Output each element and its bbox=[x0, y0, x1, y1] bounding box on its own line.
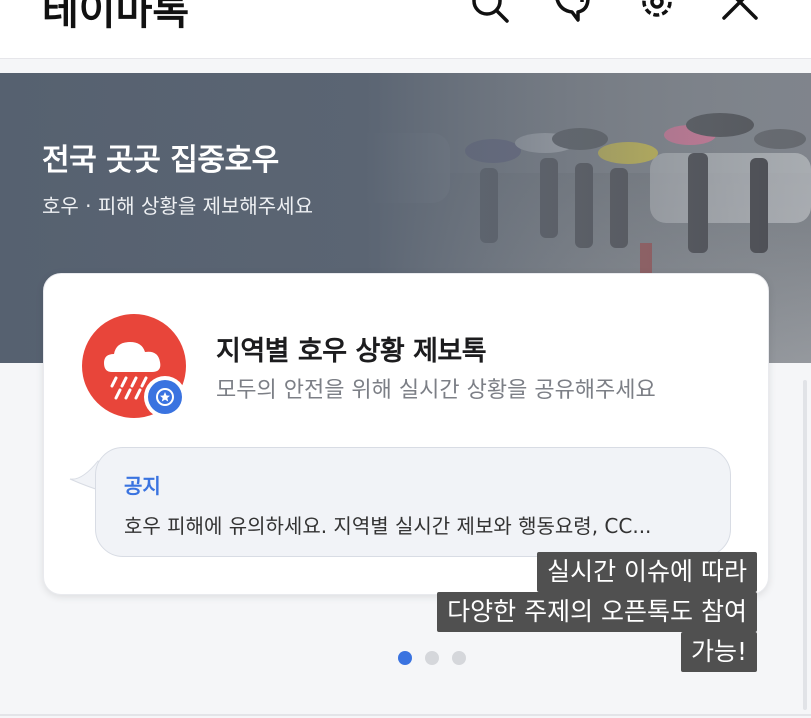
star-badge-icon bbox=[156, 388, 174, 406]
verified-badge bbox=[144, 376, 186, 418]
notice-bubble[interactable]: 공지 호우 피해에 유의하세요. 지역별 실시간 제보와 행동요령, CC... bbox=[95, 447, 731, 557]
caption-line-1: 실시간 이슈에 따라 bbox=[537, 552, 757, 592]
add-chat-icon[interactable] bbox=[552, 0, 592, 24]
notice-text: 호우 피해에 유의하세요. 지역별 실시간 제보와 행동요령, CC... bbox=[124, 514, 652, 538]
notice-label: 공지 bbox=[124, 474, 161, 498]
app-header: 테이마톡 bbox=[0, 0, 811, 59]
open-chat-card[interactable]: 지역별 호우 상황 제보톡 모두의 안전을 위해 실시간 상황을 공유해주세요 … bbox=[43, 273, 769, 595]
close-icon[interactable] bbox=[720, 0, 760, 24]
banner-subtitle: 호우 · 피해 상황을 제보해주세요 bbox=[42, 194, 313, 218]
pager-dot-2[interactable] bbox=[425, 651, 439, 665]
settings-icon[interactable] bbox=[637, 0, 677, 24]
scrollbar[interactable] bbox=[803, 380, 807, 710]
caption-line-2: 다양한 주제의 오픈톡도 참여 bbox=[437, 592, 757, 632]
caption-line-3: 가능! bbox=[680, 632, 757, 672]
pager-dot-1[interactable] bbox=[398, 651, 412, 665]
page-title: 테이마톡 bbox=[42, 0, 190, 34]
banner-title: 전국 곳곳 집중호우 bbox=[42, 143, 279, 178]
room-title: 지역별 호우 상황 제보톡 bbox=[216, 336, 487, 367]
pager-dot-3[interactable] bbox=[452, 651, 466, 665]
room-description: 모두의 안전을 위해 실시간 상황을 공유해주세요 bbox=[216, 378, 656, 403]
search-icon[interactable] bbox=[470, 0, 510, 24]
bottom-divider bbox=[0, 714, 811, 716]
